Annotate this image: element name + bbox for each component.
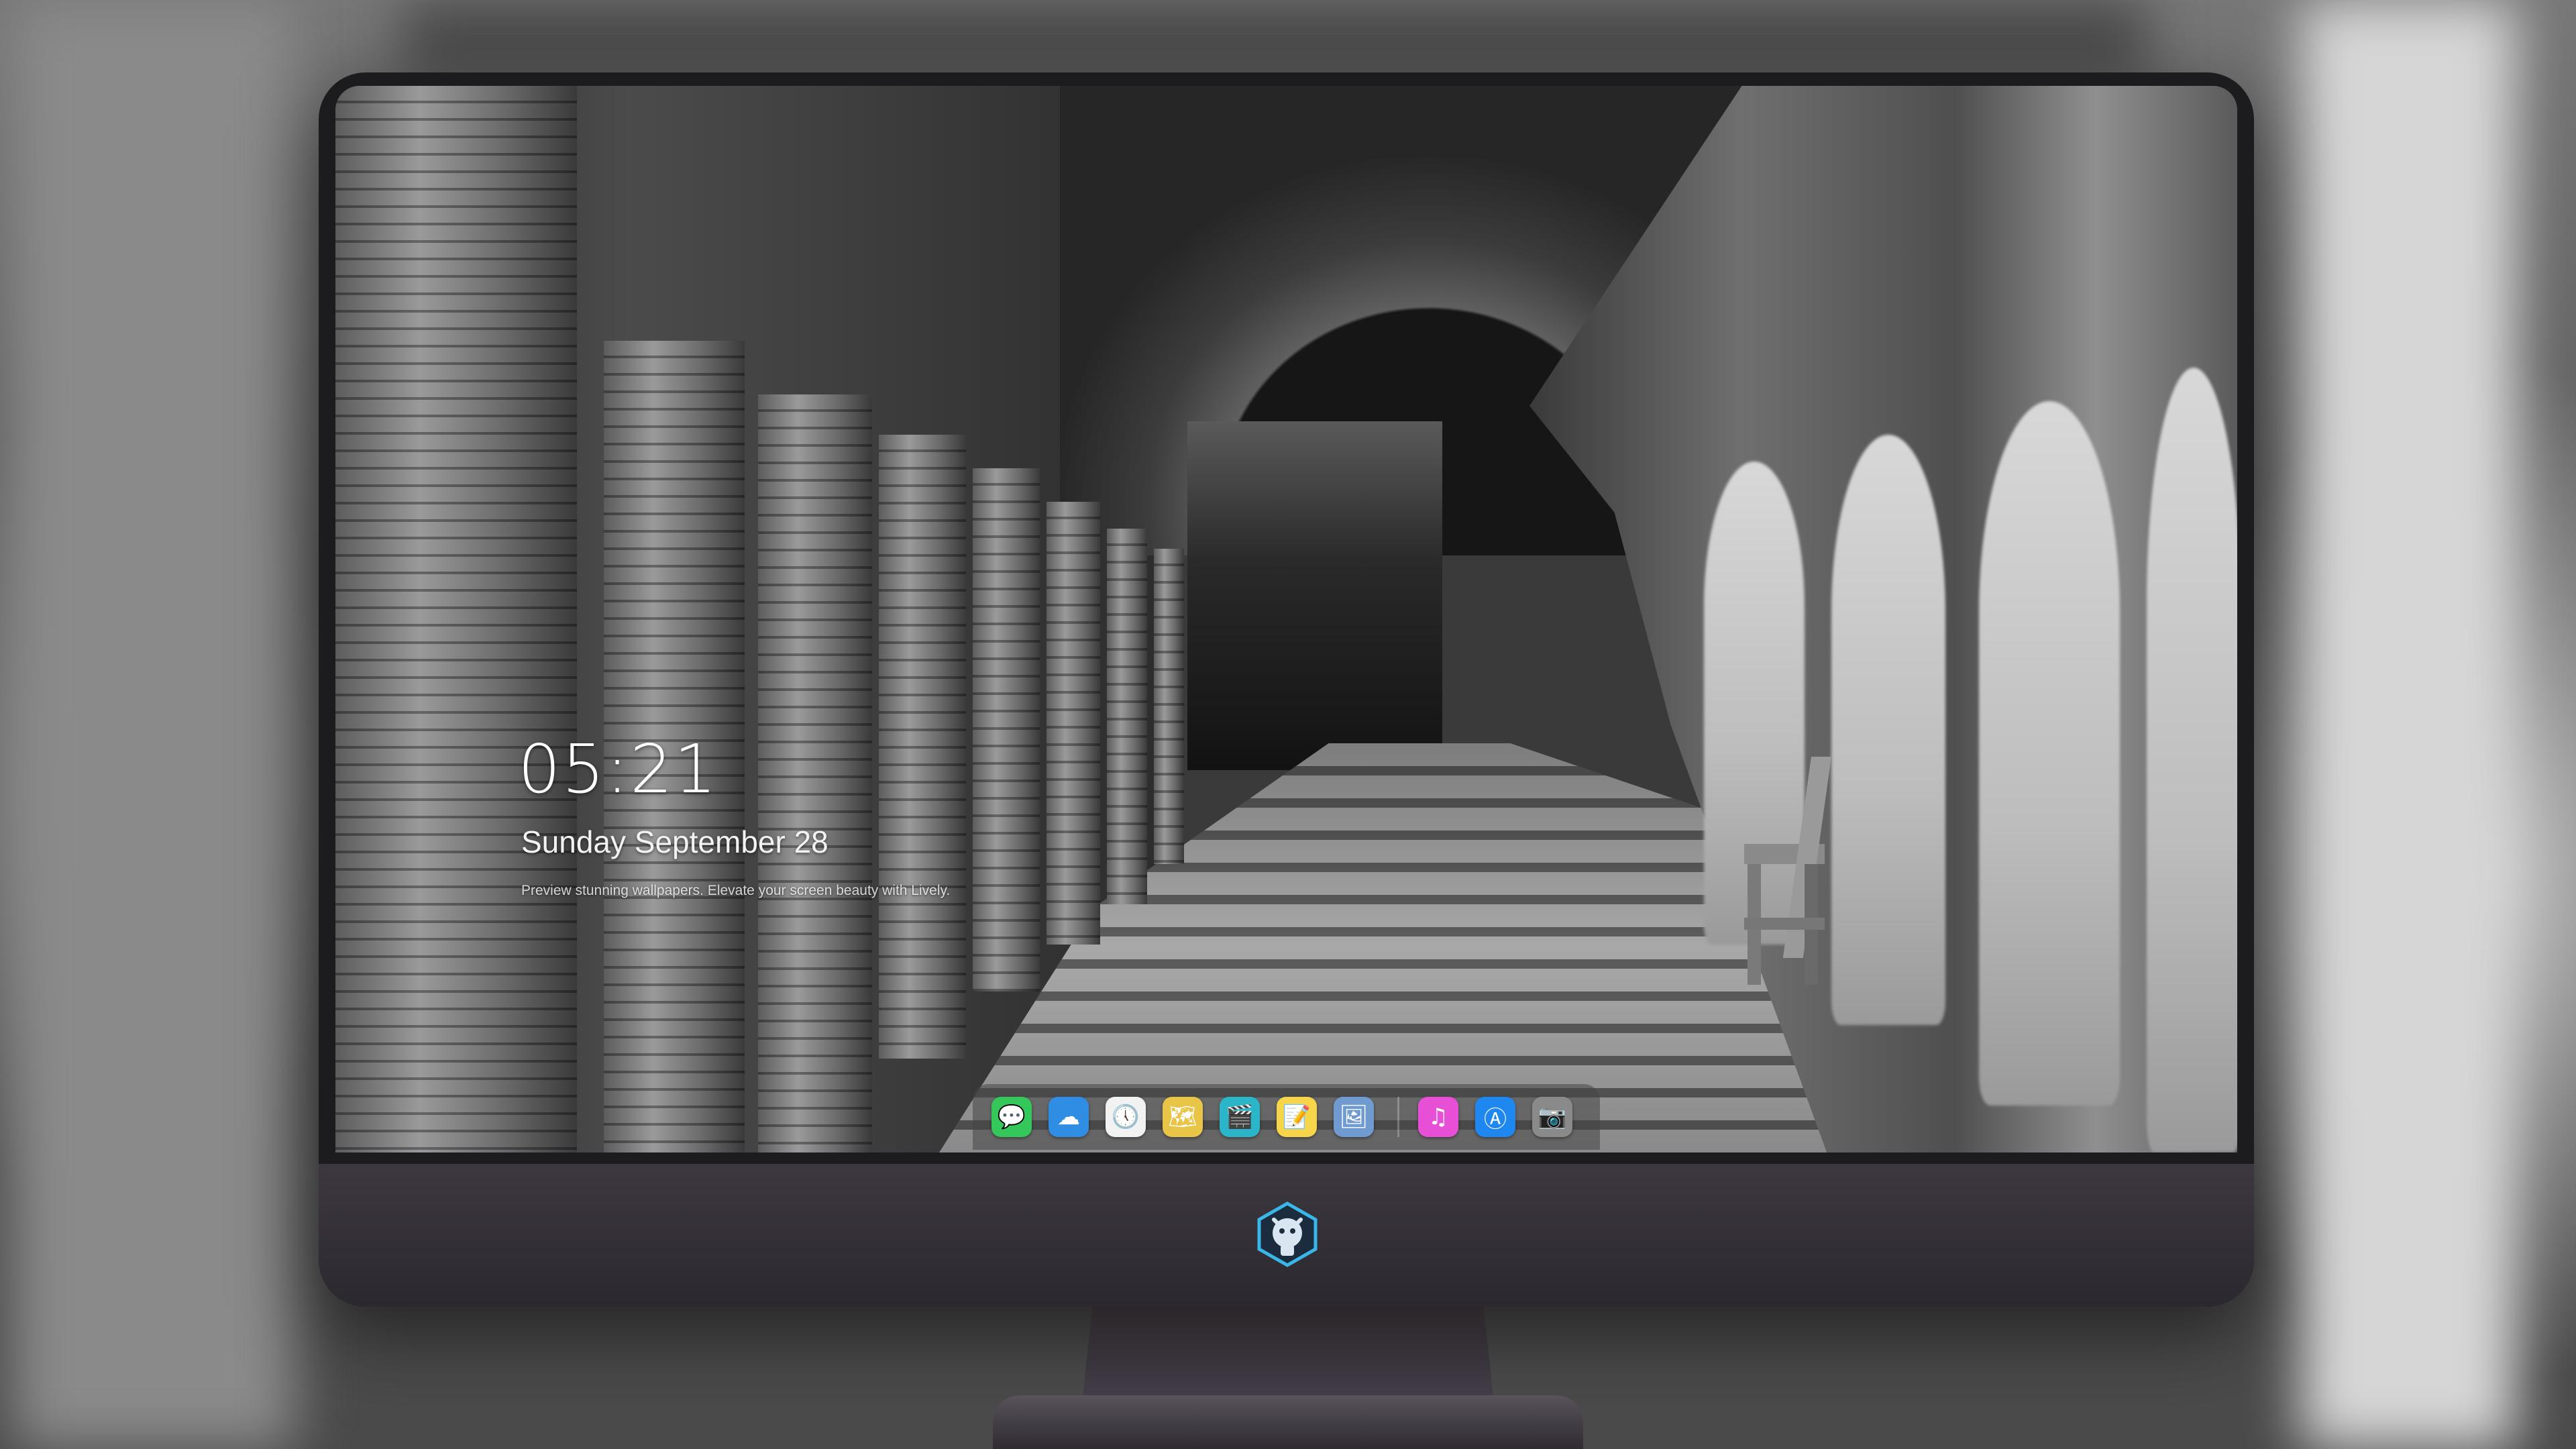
background-column: [402, 0, 2147, 80]
map-icon[interactable]: 🗺: [1163, 1097, 1203, 1137]
wallpaper-pillar: [335, 86, 577, 1152]
wallpaper-pillar: [973, 468, 1040, 991]
wallpaper-pillar: [758, 394, 872, 1152]
lock-screen-time: 05:21: [518, 730, 718, 808]
notes-icon[interactable]: 📝: [1277, 1097, 1317, 1137]
mascot-logo-icon: [1254, 1201, 1321, 1268]
clock-icon[interactable]: 🕔: [1106, 1097, 1146, 1137]
dock: 💬 ☁ 🕔 🗺 🎬 📝 🖼 ♫ Ⓐ 📷: [973, 1084, 1600, 1150]
lock-screen-date: Sunday September 28: [521, 824, 828, 859]
background-column: [2301, 0, 2516, 1449]
photos-icon[interactable]: 🖼: [1334, 1097, 1374, 1137]
music-note-icon[interactable]: ♫: [1418, 1097, 1458, 1137]
wallpaper-light-patch: [1979, 401, 2120, 1106]
dock-separator: [1397, 1097, 1399, 1137]
lock-screen-preview-text: Preview stunning wallpapers. Elevate you…: [521, 883, 951, 898]
wallpaper-pillar: [1154, 549, 1184, 864]
camera-icon[interactable]: 📷: [1532, 1097, 1572, 1137]
background-column: [13, 0, 295, 1449]
wallpaper-doorway: [1187, 421, 1442, 770]
monitor-stand-base: [993, 1395, 1583, 1449]
weather-cloud-icon[interactable]: ☁: [1049, 1097, 1089, 1137]
lock-screen[interactable]: 05:21 Sunday September 28 Preview stunni…: [335, 86, 2237, 1152]
message-bubble-icon[interactable]: 💬: [991, 1097, 1032, 1137]
wallpaper-pillar: [879, 435, 966, 1059]
wallpaper-light-patch: [2147, 368, 2237, 1152]
app-store-icon[interactable]: Ⓐ: [1475, 1097, 1515, 1137]
wallpaper-pillar: [1107, 529, 1147, 904]
wallpaper-bench: [1744, 757, 1831, 985]
wallpaper-pillar: [1046, 502, 1100, 945]
clapperboard-icon[interactable]: 🎬: [1220, 1097, 1260, 1137]
